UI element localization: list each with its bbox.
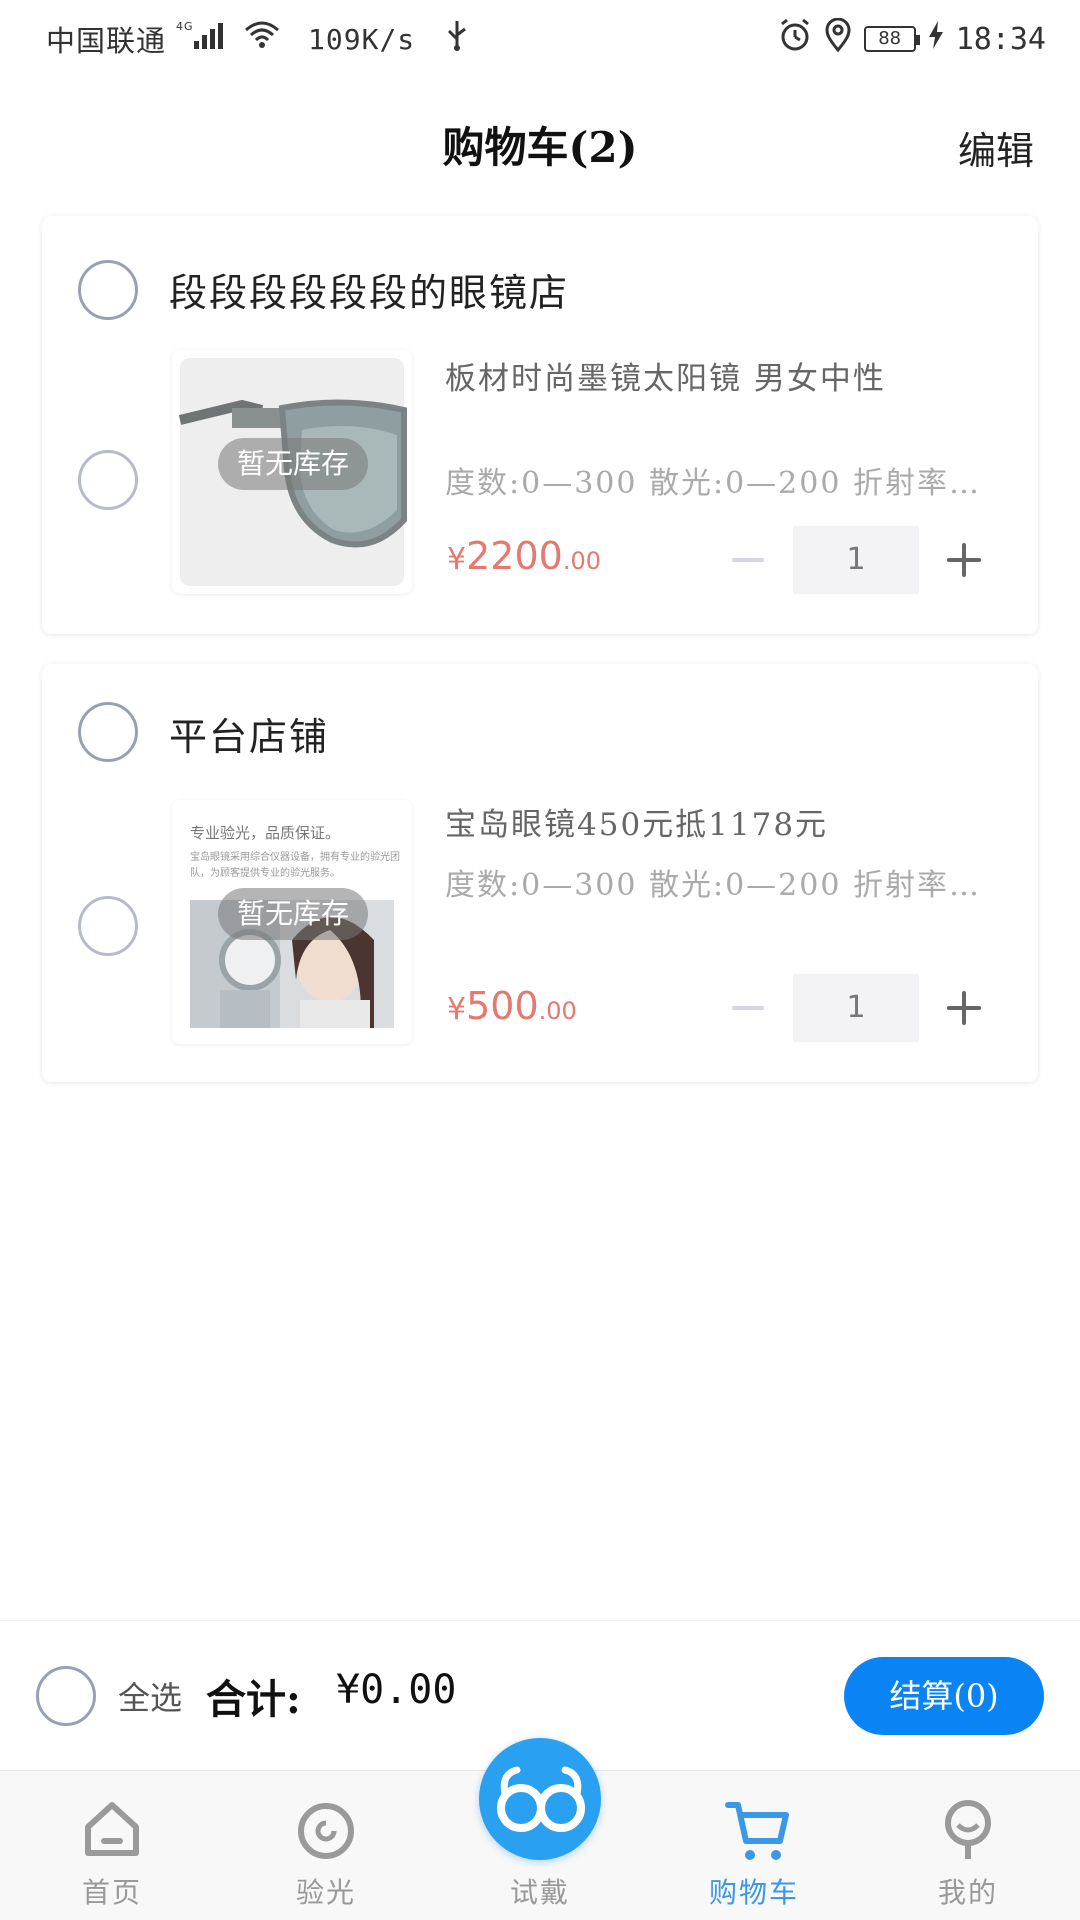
total-value: ¥0.00 [336, 1667, 457, 1713]
shop-card: 段段段段段段的眼镜店 暂无库存 板材时尚墨镜太阳镜 男女中性 度数:0—300 … [42, 216, 1038, 634]
tab-profile[interactable]: 我的 [860, 1771, 1076, 1920]
product-spec: 度数:0—300 散光:0—200 折射率… [445, 868, 981, 903]
target-icon [298, 1803, 354, 1859]
status-bar-right: 88 18:34 [778, 17, 1046, 60]
shop-select-checkbox[interactable] [78, 260, 138, 320]
decrease-quantity-button[interactable] [732, 558, 764, 562]
network-speed: 109K/s [308, 22, 416, 56]
out-of-stock-badge: 暂无库存 [218, 438, 368, 490]
item-select-checkbox[interactable] [78, 896, 138, 956]
price-decimal: .00 [562, 547, 601, 575]
status-bar: 中国联通 4G 109K/s 88 18:34 [0, 0, 1080, 76]
out-of-stock-badge: 暂无库存 [218, 888, 368, 940]
shop-card: 平台店铺 专业验光，品质保证。 宝岛眼镜采用综合仪器设备，拥有专业的验光团队，为… [42, 664, 1038, 1082]
tab-home[interactable]: 首页 [4, 1771, 220, 1920]
product-price: ¥2200.00 [447, 534, 601, 578]
home-icon [85, 1802, 139, 1856]
edit-button[interactable]: 编辑 [958, 120, 1034, 175]
total-label: 合计: [206, 1676, 301, 1723]
cart-icon [725, 1802, 789, 1860]
tab-cart[interactable]: 购物车 [646, 1771, 862, 1920]
charging-icon [928, 21, 944, 57]
shop-select-checkbox[interactable] [78, 702, 138, 762]
select-all-label[interactable]: 全选 [118, 1673, 182, 1719]
image-subtext: 宝岛眼镜采用综合仪器设备，拥有专业的验光团队，为顾客提供专业的验光服务。 [190, 852, 400, 879]
product-image[interactable]: 暂无库存 [172, 350, 412, 594]
increase-quantity-button[interactable] [947, 991, 981, 1025]
tab-label: 试戴 [509, 1876, 570, 1909]
tab-optometry[interactable]: 验光 [218, 1771, 434, 1920]
shop-name: 平台店铺 [169, 715, 330, 759]
usb-icon [445, 19, 469, 59]
quantity-input[interactable]: 1 [793, 974, 919, 1042]
page-title: 购物车(2) [442, 123, 638, 172]
price-integer: 2200 [466, 534, 563, 578]
status-bar-left: 中国联通 4G 109K/s [46, 18, 469, 60]
battery-level: 88 [863, 26, 920, 52]
price-integer: 500 [466, 984, 539, 1028]
product-title[interactable]: 板材时尚墨镜太阳镜 男女中性 [445, 358, 925, 400]
cart-list: 段段段段段段的眼镜店 暂无库存 板材时尚墨镜太阳镜 男女中性 度数:0—300 … [0, 206, 1080, 1620]
checkout-button[interactable]: 结算(0) [844, 1657, 1044, 1735]
product-title[interactable]: 宝岛眼镜450元抵1178元 [445, 804, 925, 846]
carrier-name: 中国联通 [46, 24, 167, 58]
quantity-input[interactable]: 1 [793, 526, 919, 594]
alarm-icon [778, 18, 812, 60]
tab-label: 我的 [937, 1876, 998, 1909]
try-on-center-button[interactable] [479, 1738, 601, 1860]
tab-label: 验光 [295, 1876, 356, 1909]
network-type: 4G [176, 20, 194, 33]
wifi-icon [244, 20, 280, 58]
tab-label: 购物车 [708, 1876, 799, 1909]
item-select-checkbox[interactable] [78, 450, 138, 510]
glasses-icon [497, 1766, 585, 1832]
price-currency: ¥ [447, 992, 467, 1027]
product-spec: 度数:0—300 散光:0—200 折射率… [445, 466, 981, 501]
signal-icon: 4G [176, 19, 234, 59]
increase-quantity-button[interactable] [947, 543, 981, 577]
shop-name: 段段段段段段的眼镜店 [169, 271, 570, 315]
user-icon [945, 1800, 991, 1859]
image-headline: 专业验光，品质保证。 [190, 824, 341, 842]
product-price: ¥500.00 [447, 984, 577, 1028]
clock: 18:34 [955, 21, 1046, 57]
decrease-quantity-button[interactable] [732, 1006, 764, 1010]
header: 购物车(2) 编辑 [0, 76, 1080, 206]
tab-label: 首页 [81, 1876, 142, 1909]
select-all-checkbox[interactable] [36, 1666, 96, 1726]
price-decimal: .00 [538, 997, 577, 1025]
price-currency: ¥ [447, 542, 467, 577]
location-icon [824, 17, 852, 60]
product-image[interactable]: 专业验光，品质保证。 宝岛眼镜采用综合仪器设备，拥有专业的验光团队，为顾客提供专… [172, 800, 412, 1044]
